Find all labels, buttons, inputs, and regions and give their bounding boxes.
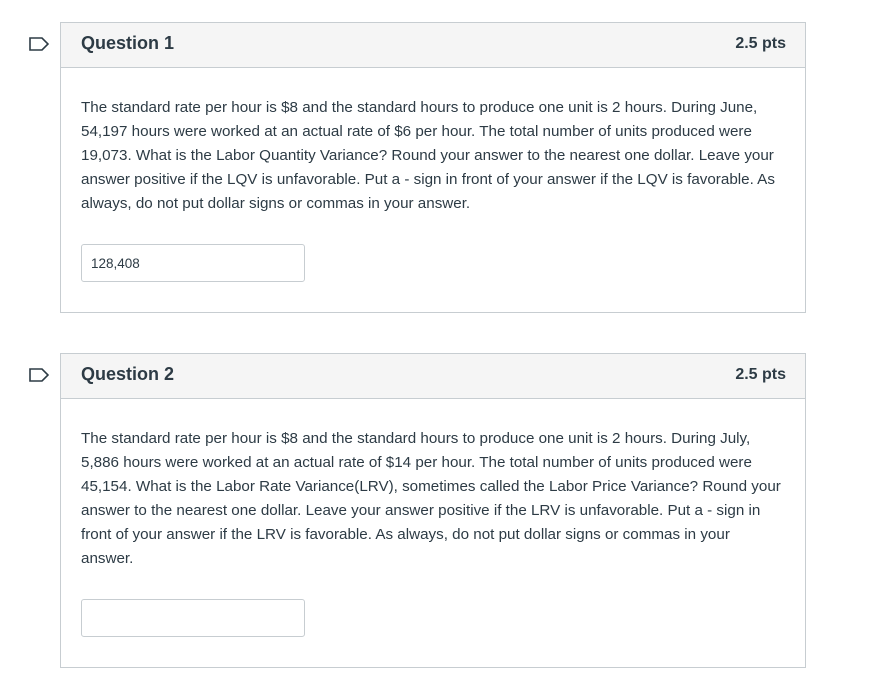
question-2: Question 2 2.5 pts The standard rate per…: [60, 353, 806, 668]
question-title: Question 1: [81, 33, 175, 53]
question-text: The standard rate per hour is $8 and the…: [81, 99, 775, 212]
question-points: 2.5 pts: [735, 35, 786, 52]
question-body: The standard rate per hour is $8 and the…: [61, 399, 805, 637]
question-body: The standard rate per hour is $8 and the…: [61, 68, 805, 282]
question-text: The standard rate per hour is $8 and the…: [81, 430, 781, 567]
flag-question-1-icon[interactable]: [29, 37, 50, 51]
question-1: Question 1 2.5 pts The standard rate per…: [60, 22, 806, 313]
answer-input[interactable]: [81, 244, 305, 282]
answer-input[interactable]: [81, 599, 305, 637]
flag-question-2-icon[interactable]: [29, 368, 50, 382]
question-title: Question 2: [81, 364, 175, 384]
question-header: Question 2 2.5 pts: [61, 354, 805, 399]
question-points: 2.5 pts: [735, 366, 786, 383]
question-header: Question 1 2.5 pts: [61, 23, 805, 68]
